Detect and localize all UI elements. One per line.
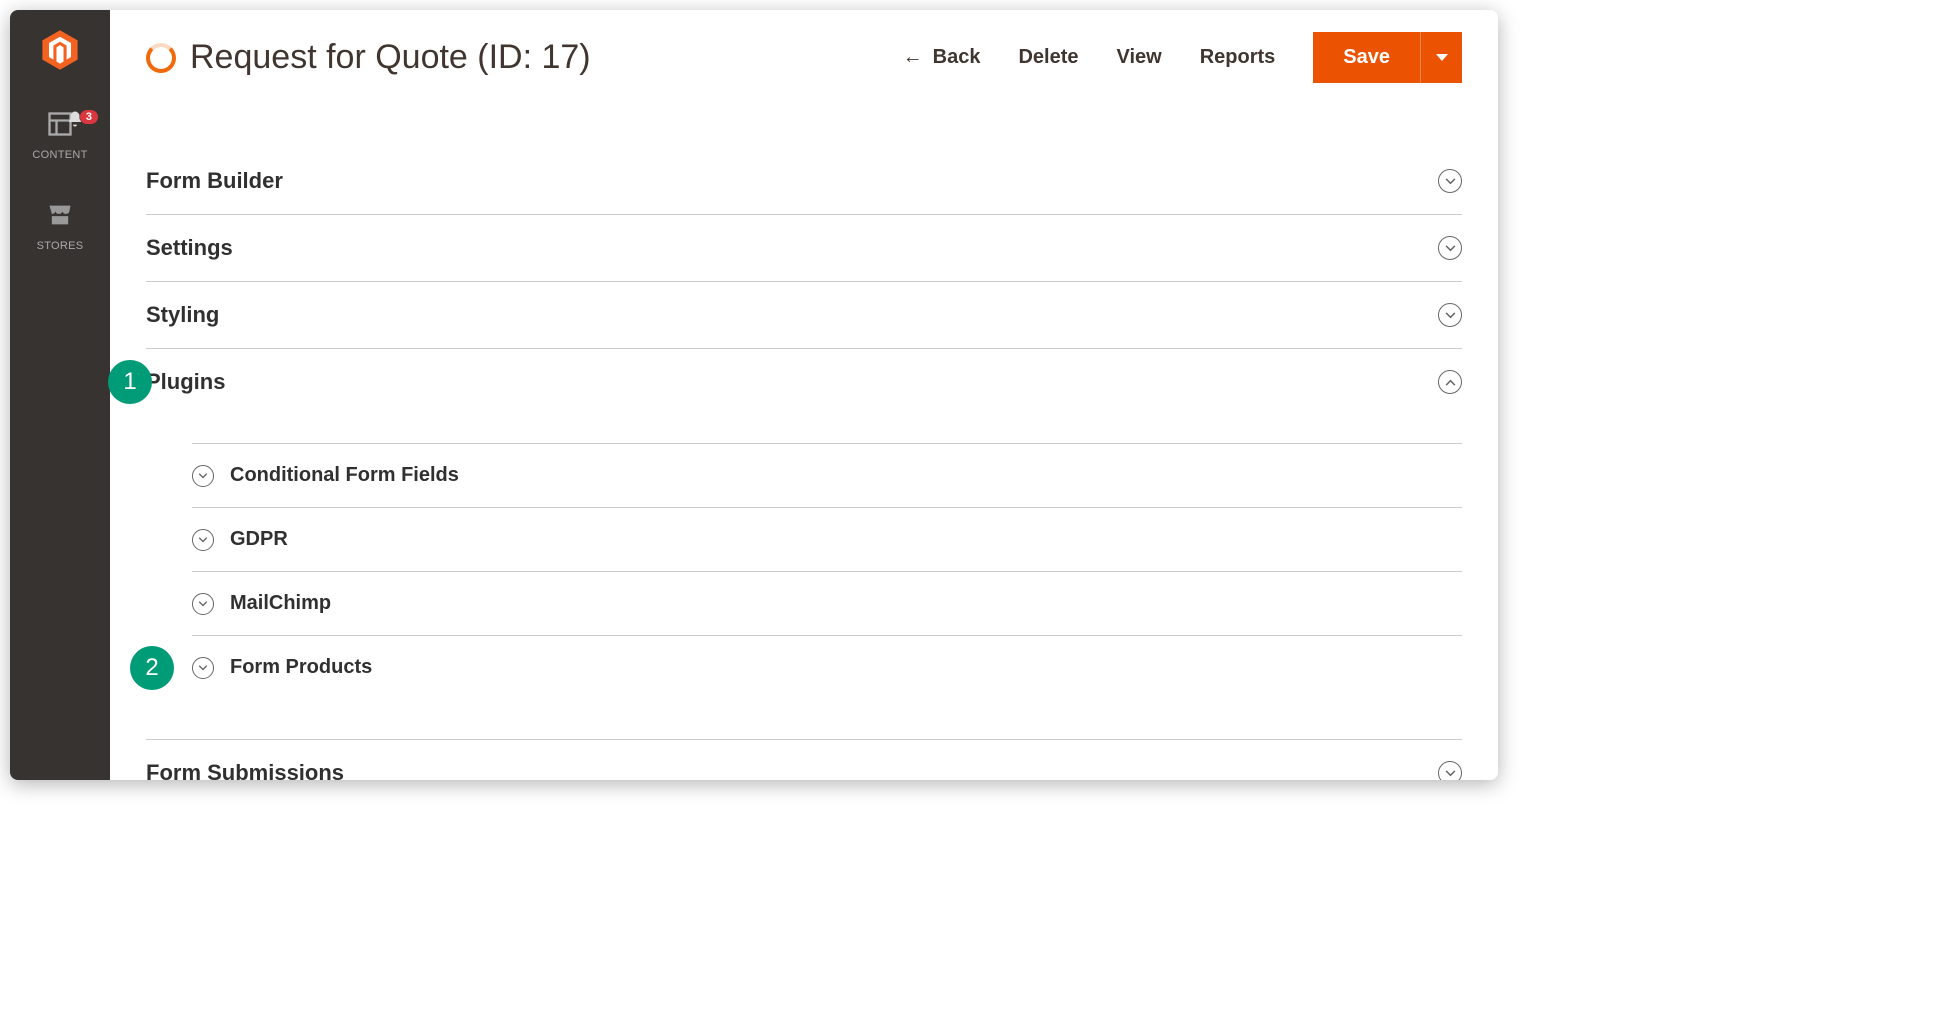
view-button[interactable]: View (1116, 46, 1161, 69)
sidebar-item-label: STORES (37, 240, 84, 252)
callout-badge-2: 2 (130, 646, 174, 690)
magento-logo-icon[interactable] (38, 28, 82, 72)
section-title: Plugins (146, 369, 225, 395)
stores-icon (46, 201, 74, 236)
section-title: Styling (146, 302, 219, 328)
delete-button[interactable]: Delete (1018, 46, 1078, 69)
chevron-down-icon (1438, 761, 1462, 780)
section-form-builder[interactable]: Form Builder (146, 148, 1462, 215)
sidebar: CONTENT 3 STORES (10, 10, 110, 780)
section-plugins[interactable]: 1 Plugins (146, 349, 1462, 415)
sub-item-gdpr[interactable]: GDPR (192, 508, 1462, 572)
chevron-down-icon (192, 529, 214, 551)
plugins-sublist: Conditional Form Fields GDPR MailChimp 2 (146, 415, 1462, 699)
section-title: Form Submissions (146, 760, 344, 780)
sub-item-conditional-fields[interactable]: Conditional Form Fields (192, 443, 1462, 508)
sub-item-label: MailChimp (230, 592, 331, 615)
chevron-down-icon (1438, 303, 1462, 327)
page-title: Request for Quote (ID: 17) (190, 38, 591, 77)
arrow-left-icon: ← (903, 46, 923, 69)
view-label: View (1116, 46, 1161, 69)
section-title: Form Builder (146, 168, 283, 194)
callout-badge-1: 1 (108, 360, 152, 404)
sidebar-item-stores[interactable]: STORES (10, 193, 110, 260)
accordion: Form Builder Settings Styling 1 Plugins (110, 108, 1498, 780)
notification-badge-wrap[interactable]: 3 (66, 110, 98, 133)
sub-item-label: Conditional Form Fields (230, 464, 459, 487)
section-form-submissions[interactable]: Form Submissions (146, 739, 1462, 780)
back-label: Back (933, 46, 981, 69)
chevron-down-icon (1438, 169, 1462, 193)
sub-item-mailchimp[interactable]: MailChimp (192, 572, 1462, 636)
sub-item-form-products[interactable]: 2 Form Products (192, 636, 1462, 699)
section-title: Settings (146, 235, 233, 261)
save-button[interactable]: Save (1313, 32, 1420, 83)
sidebar-item-label: CONTENT (32, 149, 87, 161)
reports-label: Reports (1200, 46, 1276, 69)
section-settings[interactable]: Settings (146, 215, 1462, 282)
save-button-group: Save (1313, 32, 1462, 83)
sub-item-label: Form Products (230, 656, 372, 679)
reports-button[interactable]: Reports (1200, 46, 1276, 69)
chevron-up-icon (1438, 370, 1462, 394)
section-styling[interactable]: Styling (146, 282, 1462, 349)
notification-count: 3 (80, 110, 98, 124)
main-content: Request for Quote (ID: 17) ← Back Delete… (110, 10, 1498, 780)
delete-label: Delete (1018, 46, 1078, 69)
save-dropdown-button[interactable] (1420, 32, 1462, 83)
header-actions: ← Back Delete View Reports Save (903, 32, 1462, 83)
back-button[interactable]: ← Back (903, 46, 981, 69)
page-header: Request for Quote (ID: 17) ← Back Delete… (110, 10, 1498, 108)
spinner-icon (146, 43, 176, 73)
chevron-down-icon (192, 465, 214, 487)
chevron-down-icon (1438, 236, 1462, 260)
chevron-down-icon (192, 657, 214, 679)
sub-item-label: GDPR (230, 528, 288, 551)
sidebar-item-content[interactable]: CONTENT 3 (10, 102, 110, 169)
chevron-down-icon (192, 593, 214, 615)
chevron-down-icon (1435, 53, 1449, 63)
